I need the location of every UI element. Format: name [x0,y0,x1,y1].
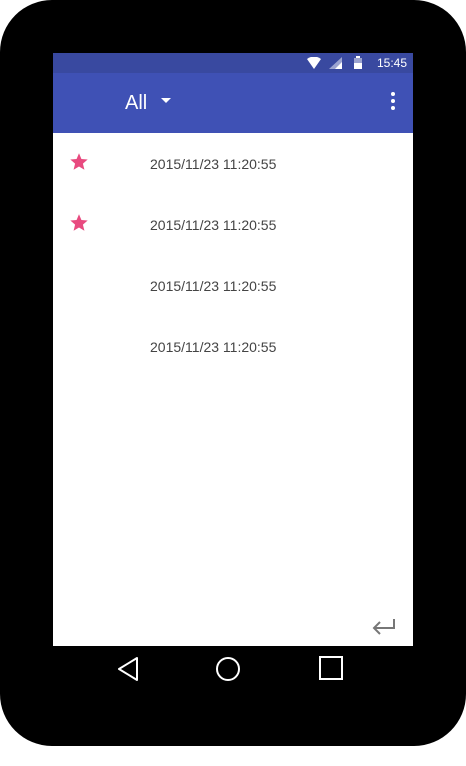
recents-square-icon[interactable] [319,656,343,680]
screen: 15:45 All 2015/11/23 11:20:55 2015/11/23… [53,53,413,646]
device-frame: 15:45 All 2015/11/23 11:20:55 2015/11/23… [0,0,466,746]
home-circle-icon[interactable] [215,656,241,682]
nav-bar [53,646,413,692]
list-item-timestamp: 2015/11/23 11:20:55 [150,278,277,294]
list-item-timestamp: 2015/11/23 11:20:55 [150,156,277,172]
overflow-menu-icon[interactable] [387,91,399,111]
signal-icon [329,57,342,69]
battery-icon [354,56,362,69]
list-item[interactable]: 2015/11/23 11:20:55 [53,133,413,194]
filter-label: All [125,91,148,114]
status-time: 15:45 [376,56,407,70]
return-arrow-icon[interactable] [371,616,397,636]
list-item-timestamp: 2015/11/23 11:20:55 [150,339,277,355]
status-bar: 15:45 [53,53,413,73]
dropdown-arrow-icon [161,97,172,103]
star-icon[interactable] [69,213,89,233]
list-item[interactable]: 2015/11/23 11:20:55 [53,194,413,255]
star-icon[interactable] [69,152,89,172]
list-item-timestamp: 2015/11/23 11:20:55 [150,217,277,233]
filter-spinner[interactable]: All [125,73,172,133]
record-list: 2015/11/23 11:20:55 2015/11/23 11:20:55 … [53,133,413,377]
list-item[interactable]: 2015/11/23 11:20:55 [53,255,413,316]
list-item[interactable]: 2015/11/23 11:20:55 [53,316,413,377]
wifi-icon [307,57,321,69]
app-bar: All [53,73,413,133]
back-triangle-icon[interactable] [117,656,139,682]
